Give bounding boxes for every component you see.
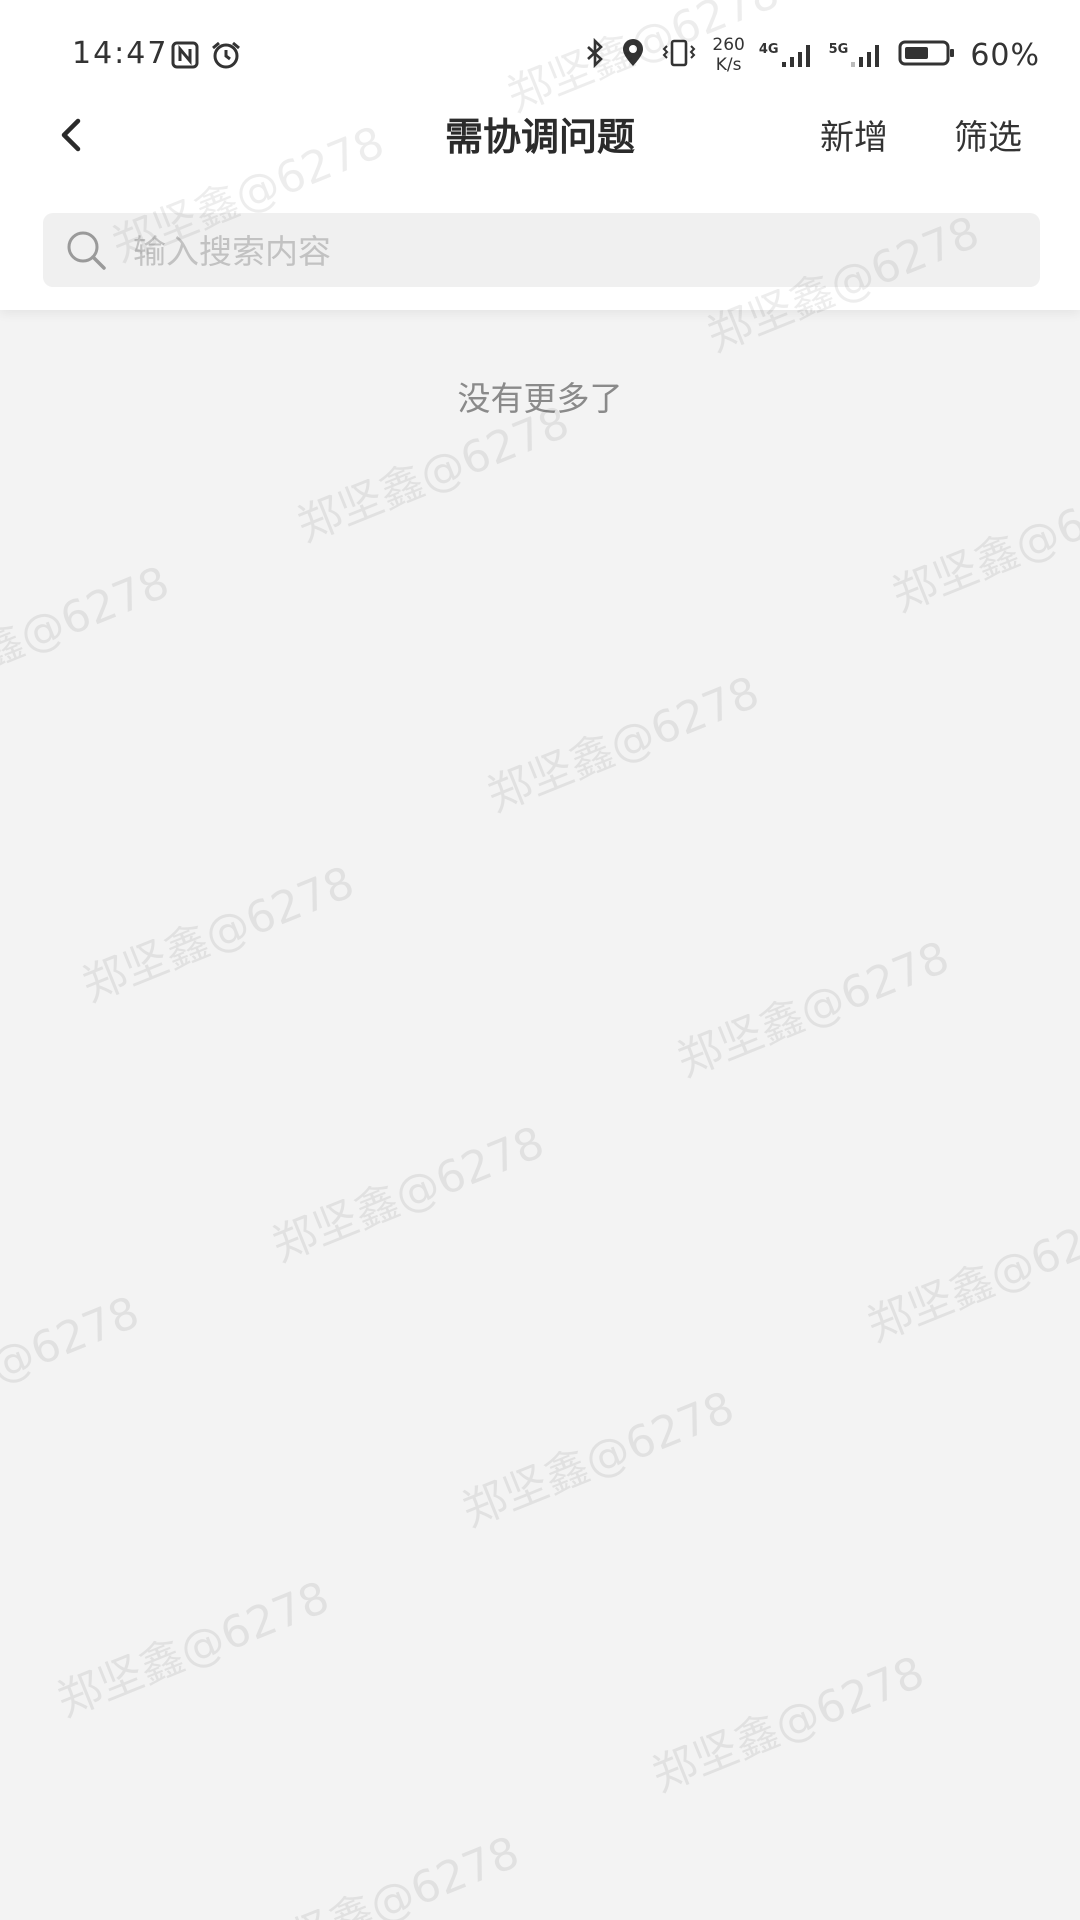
net-speed: 260 K/s bbox=[712, 35, 744, 75]
watermark: 郑坚鑫@6278 bbox=[645, 1646, 932, 1803]
watermark: 郑坚鑫@6278 bbox=[50, 1571, 337, 1728]
net-speed-value: 260 bbox=[712, 35, 745, 55]
signal-icon bbox=[851, 45, 880, 67]
screen: 14:47 260 K/s 4G 5G 60% 需协调问题 新增 筛选 输入搜索… bbox=[0, 0, 1080, 1920]
status-left-icons bbox=[170, 40, 242, 74]
watermark: 郑坚鑫@6278 bbox=[240, 1826, 527, 1920]
watermark: 郑坚鑫@6278 bbox=[480, 666, 767, 823]
net-label-1: 4G bbox=[758, 42, 779, 57]
net-label-2: 5G bbox=[828, 42, 849, 57]
bluetooth-icon bbox=[584, 37, 606, 72]
watermark: 郑坚鑫@6278 bbox=[265, 1116, 552, 1273]
list-end-message: 没有更多了 bbox=[457, 379, 623, 418]
signal-icon bbox=[781, 45, 810, 67]
search-input[interactable] bbox=[131, 213, 1015, 289]
battery-icon bbox=[898, 38, 956, 72]
watermark: 郑坚鑫@6278 bbox=[885, 466, 1080, 623]
signal-4g: 4G bbox=[759, 42, 815, 68]
alarm-icon bbox=[210, 40, 242, 74]
search-box[interactable] bbox=[43, 213, 1040, 289]
header: 14:47 260 K/s 4G 5G 60% 需协调问题 新增 筛选 输入搜索… bbox=[0, 0, 1080, 310]
watermark: 郑坚鑫@6278 bbox=[75, 856, 362, 1013]
signal-5g: 5G bbox=[829, 42, 885, 68]
page-title: 需协调问题 bbox=[444, 115, 635, 159]
back-button[interactable] bbox=[46, 110, 96, 160]
chevron-left-icon bbox=[61, 118, 81, 152]
watermark: 郑坚鑫@6278 bbox=[670, 931, 957, 1088]
battery-percent: 60% bbox=[970, 37, 1040, 73]
status-time: 14:47 bbox=[72, 36, 169, 71]
nfc-icon bbox=[170, 40, 200, 74]
add-button[interactable]: 新增 bbox=[820, 110, 888, 159]
vibrate-icon bbox=[660, 38, 698, 72]
watermark: 郑坚鑫@6278 bbox=[455, 1381, 742, 1538]
watermark: 郑坚鑫@6278 bbox=[860, 1196, 1080, 1353]
filter-button[interactable]: 筛选 bbox=[954, 110, 1022, 159]
net-speed-unit: K/s bbox=[715, 55, 742, 75]
location-icon bbox=[620, 38, 646, 72]
watermark: 郑坚鑫@6278 bbox=[0, 556, 177, 713]
watermark: 郑坚鑫@6278 bbox=[0, 1286, 147, 1443]
status-right: 260 K/s 4G 5G 60% bbox=[584, 32, 1040, 78]
search-icon bbox=[65, 229, 107, 271]
